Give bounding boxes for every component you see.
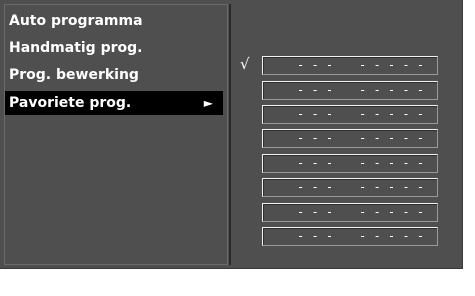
favorite-slot-7[interactable]: - - - - - - - -	[262, 203, 438, 222]
menu-item-label: Auto programma	[9, 13, 143, 29]
slot-number: - - -	[297, 156, 334, 170]
slot-name: - - - - -	[359, 107, 425, 121]
menu-item-auto-programma[interactable]: Auto programma	[5, 9, 223, 33]
slot-number: - - -	[297, 131, 334, 145]
menu-item-handmatig-prog[interactable]: Handmatig prog.	[5, 36, 223, 60]
slot-number: - - -	[297, 107, 334, 121]
favorite-slot-3[interactable]: - - - - - - - -	[262, 105, 438, 124]
check-mark-icon: √	[240, 55, 250, 73]
slot-number: - - -	[297, 58, 334, 72]
menu-item-label: Pavoriete prog.	[9, 95, 132, 111]
favorite-slot-4[interactable]: - - - - - - - -	[262, 129, 438, 148]
menu-item-label: Prog. bewerking	[9, 67, 139, 83]
arrow-right-icon: ►	[203, 96, 213, 110]
slot-name: - - - - -	[359, 58, 425, 72]
tv-menu-osd: Auto programma Handmatig prog. Prog. bew…	[0, 0, 463, 269]
slot-name: - - - - -	[359, 131, 425, 145]
slot-name: - - - - -	[359, 180, 425, 194]
slot-name: - - - - -	[359, 205, 425, 219]
slot-number: - - -	[297, 180, 334, 194]
slot-number: - - -	[297, 83, 334, 97]
menu-item-label: Handmatig prog.	[9, 40, 143, 56]
slot-name: - - - - -	[359, 83, 425, 97]
favorite-slot-5[interactable]: - - - - - - - -	[262, 154, 438, 173]
menu-item-pavoriete-prog[interactable]: Pavoriete prog. ►	[5, 91, 223, 115]
favorite-slot-8[interactable]: - - - - - - - -	[262, 227, 438, 246]
menu-item-prog-bewerking[interactable]: Prog. bewerking	[5, 63, 223, 87]
slot-name: - - - - -	[359, 229, 425, 243]
favorite-slot-2[interactable]: - - - - - - - -	[262, 81, 438, 100]
slot-number: - - -	[297, 229, 334, 243]
slot-number: - - -	[297, 205, 334, 219]
slot-name: - - - - -	[359, 156, 425, 170]
favorite-slot-1[interactable]: - - - - - - - -	[262, 56, 438, 75]
favorite-slot-6[interactable]: - - - - - - - -	[262, 178, 438, 197]
